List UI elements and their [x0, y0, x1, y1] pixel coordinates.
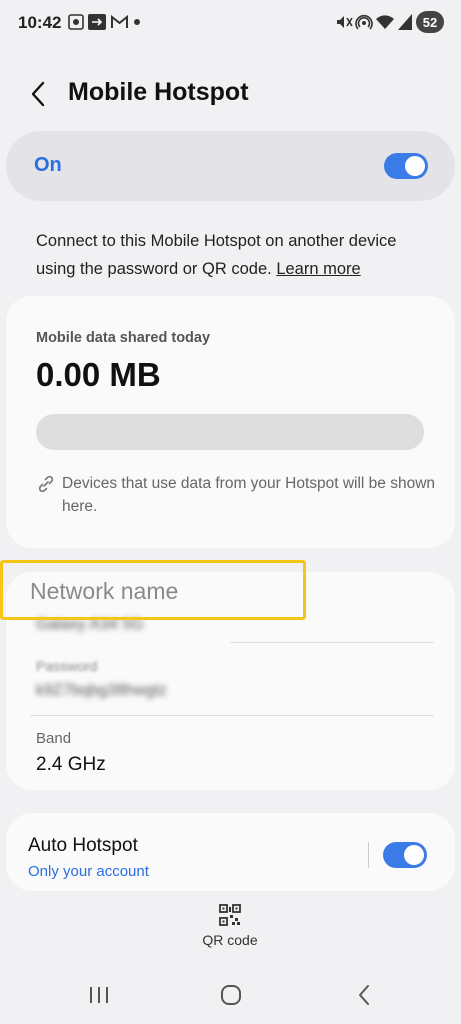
screenshot-icon — [68, 13, 84, 31]
chevron-left-icon — [31, 81, 45, 107]
hotspot-icon — [355, 13, 373, 31]
network-name-highlight — [0, 560, 306, 620]
nav-back-button[interactable] — [349, 982, 379, 1008]
auto-hotspot-row[interactable]: Auto Hotspot Only your account — [6, 813, 455, 891]
data-usage-bar — [36, 414, 424, 450]
toggle-state-label: On — [34, 154, 62, 176]
data-shared-label: Mobile data shared today — [36, 330, 211, 346]
home-icon — [221, 985, 241, 1005]
band-value[interactable]: 2.4 GHz — [36, 754, 106, 776]
auto-hotspot-subtitle: Only your account — [28, 863, 149, 880]
link-icon — [38, 475, 54, 493]
page-title: Mobile Hotspot — [68, 78, 249, 106]
back-button[interactable] — [22, 78, 54, 110]
band-label: Band — [36, 730, 72, 747]
devices-info-text: Devices that use data from your Hotspot … — [62, 475, 436, 515]
data-usage-card: Mobile data shared today 0.00 MB Devices… — [6, 296, 455, 548]
hotspot-description: Connect to this Mobile Hotspot on anothe… — [36, 227, 436, 283]
password-value[interactable]: k9Z7bqbg38hwgtz — [36, 682, 167, 700]
password-label: Password — [36, 658, 98, 674]
back-icon — [359, 985, 369, 1005]
hotspot-switch[interactable] — [384, 153, 428, 179]
qr-code-label: QR code — [202, 932, 258, 948]
recents-icon — [90, 987, 108, 1003]
dot-icon — [134, 13, 140, 31]
wifi-icon — [376, 13, 394, 31]
cast-icon — [88, 13, 106, 31]
status-time: 10:42 — [18, 13, 62, 32]
battery-indicator: 52 — [416, 11, 444, 33]
hotspot-master-toggle-row[interactable]: On — [6, 131, 455, 201]
mute-icon — [335, 13, 353, 31]
nav-recents-button[interactable] — [84, 982, 114, 1008]
signal-icon — [398, 13, 412, 31]
auto-hotspot-title: Auto Hotspot — [28, 835, 138, 856]
data-shared-value: 0.00 MB — [36, 356, 161, 393]
qr-code-icon — [219, 904, 241, 926]
gmail-icon — [111, 13, 128, 31]
qr-code-button[interactable]: QR code — [190, 904, 270, 956]
nav-home-button[interactable] — [216, 982, 246, 1008]
auto-hotspot-switch[interactable] — [383, 842, 427, 868]
learn-more-link[interactable]: Learn more — [276, 260, 360, 278]
status-bar: 10:42 52 — [0, 0, 461, 44]
